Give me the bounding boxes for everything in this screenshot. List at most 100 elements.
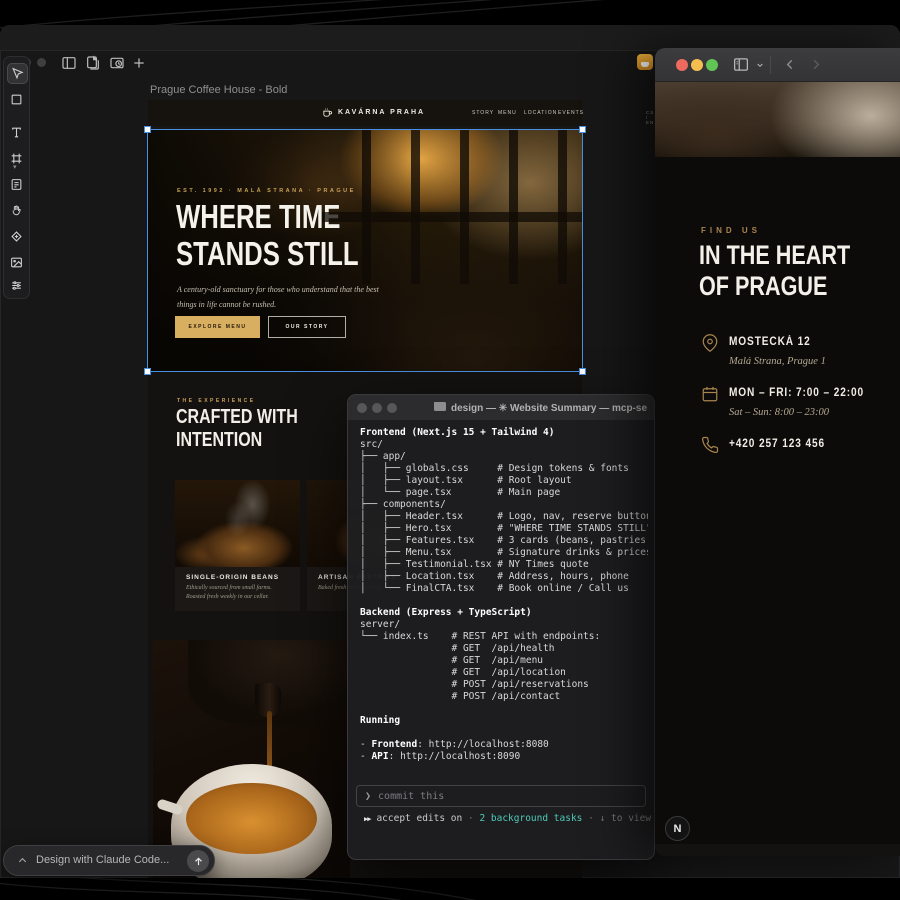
espresso-coffee-surface bbox=[186, 783, 316, 854]
terminal-line: │ ├── Menu.tsx # Signature drinks & pric… bbox=[360, 547, 648, 559]
selection-handle-top-left[interactable] bbox=[144, 126, 151, 133]
frame-tool[interactable] bbox=[7, 149, 26, 168]
shape-tool[interactable] bbox=[7, 90, 26, 109]
prompt-send-button[interactable] bbox=[187, 850, 209, 872]
note-tool[interactable] bbox=[7, 175, 26, 194]
nextjs-dev-badge[interactable]: N bbox=[665, 816, 690, 841]
terminal-line: │ ├── Features.tsx # 3 cards (beans, pas… bbox=[360, 535, 648, 547]
feature-card-beans[interactable]: SINGLE-ORIGIN BEANS Ethically sourced fr… bbox=[175, 480, 300, 611]
card-title: SINGLE-ORIGIN BEANS bbox=[186, 574, 279, 581]
hero-title: WHERE TIMESTANDS STILL bbox=[176, 198, 359, 272]
sliders-icon bbox=[10, 279, 23, 292]
terminal-title: design — ✳ Website Summary — mcp-se bbox=[434, 402, 652, 414]
claude-prompt-bar[interactable]: Design with Claude Code... bbox=[3, 845, 215, 876]
site-nav-location[interactable]: LOCATION bbox=[524, 110, 557, 116]
component-tool[interactable] bbox=[7, 227, 26, 246]
sidebar-toggle-icon[interactable] bbox=[61, 55, 77, 71]
terminal-line: Backend (Express + TypeScript) bbox=[360, 607, 648, 619]
frame-icon bbox=[10, 152, 23, 165]
desktop: web.pen — Edited ▾ Pragu bbox=[0, 0, 900, 900]
terminal-line: └── index.ts # REST API with endpoints: bbox=[360, 631, 648, 643]
explore-menu-button[interactable]: EXPLORE MENU bbox=[175, 316, 260, 338]
browser-titlebar[interactable] bbox=[655, 48, 900, 82]
version-history-icon[interactable] bbox=[109, 55, 125, 71]
folder-icon bbox=[434, 402, 446, 411]
terminal-close-button[interactable] bbox=[357, 403, 367, 413]
terminal-line: # POST /api/contact bbox=[360, 691, 648, 703]
find-us-eyebrow: FIND US bbox=[701, 226, 761, 235]
image-tool[interactable] bbox=[7, 253, 26, 272]
image-icon bbox=[10, 256, 23, 269]
terminal-line: # GET /api/menu bbox=[360, 655, 648, 667]
add-tab-icon[interactable] bbox=[131, 55, 147, 71]
terminal-line: src/ bbox=[360, 439, 648, 451]
diamond-icon bbox=[10, 230, 23, 243]
terminal-line: │ ├── layout.tsx # Root layout bbox=[360, 475, 648, 487]
terminal-output: Frontend (Next.js 15 + Tailwind 4) src/ … bbox=[360, 427, 648, 779]
note-icon bbox=[10, 178, 23, 191]
toolbar-divider bbox=[770, 56, 771, 74]
sidebar-chevron-icon[interactable] bbox=[755, 61, 765, 69]
selection-handle-bottom-right[interactable] bbox=[579, 368, 586, 375]
terminal-line-running-api: - API: http://localhost:8090 bbox=[360, 751, 648, 763]
select-tool[interactable] bbox=[7, 63, 28, 84]
rectangle-icon bbox=[10, 93, 23, 106]
text-tool[interactable] bbox=[7, 123, 26, 142]
site-hero-section[interactable]: EST. 1992 · MALÁ STRANA · PRAGUE WHERE T… bbox=[148, 130, 582, 371]
calendar-icon bbox=[701, 385, 719, 403]
site-nav-events[interactable]: EVENTS bbox=[558, 110, 584, 116]
terminal-line: ├── components/ bbox=[360, 499, 648, 511]
site-nav-menu[interactable]: MENU bbox=[498, 110, 517, 116]
pages-icon[interactable] bbox=[85, 55, 101, 71]
terminal-line bbox=[360, 703, 648, 715]
site-language-switch[interactable]: CS / EN bbox=[646, 110, 654, 125]
terminal-line: │ ├── Location.tsx # Address, hours, pho… bbox=[360, 571, 648, 583]
terminal-line: │ ├── Testimonial.tsx # NY Times quote bbox=[360, 559, 648, 571]
browser-sidebar-icon[interactable] bbox=[731, 56, 751, 73]
selection-handle-bottom-left[interactable] bbox=[144, 368, 151, 375]
coffee-beans-photo bbox=[175, 480, 300, 567]
terminal-line: │ ├── globals.css # Design tokens & font… bbox=[360, 463, 648, 475]
forward-icon[interactable] bbox=[809, 57, 823, 72]
claude-prompt-placeholder[interactable]: Design with Claude Code... bbox=[36, 854, 169, 866]
terminal-minimize-button[interactable] bbox=[372, 403, 382, 413]
terminal-line: │ └── page.tsx # Main page bbox=[360, 487, 648, 499]
terminal-prompt-input[interactable]: ❯ commit this bbox=[356, 785, 646, 807]
prompt-caret: ❯ bbox=[365, 791, 371, 802]
terminal-window[interactable]: design — ✳ Website Summary — mcp-se Fron… bbox=[347, 394, 655, 860]
terminal-line: # GET /api/health bbox=[360, 643, 648, 655]
terminal-line: Frontend (Next.js 15 + Tailwind 4) bbox=[360, 427, 648, 439]
hours-sub: Sat – Sun: 8:00 – 23:00 bbox=[729, 407, 829, 418]
background-tasks-link[interactable]: 2 background tasks bbox=[479, 813, 582, 824]
browser-zoom-button[interactable] bbox=[706, 59, 718, 71]
terminal-zoom-button[interactable] bbox=[387, 403, 397, 413]
terminal-line: server/ bbox=[360, 619, 648, 631]
terminal-titlebar[interactable]: design — ✳ Website Summary — mcp-se bbox=[348, 395, 654, 421]
hand-tool[interactable] bbox=[7, 201, 26, 220]
browser-close-button[interactable] bbox=[676, 59, 688, 71]
card-description: Ethically sourced from small farms. Roas… bbox=[186, 584, 290, 602]
settings-tool[interactable] bbox=[7, 276, 26, 295]
terminal-line: │ ├── Hero.tsx # "WHERE TIME STANDS STIL… bbox=[360, 523, 648, 535]
app-zoom-button[interactable] bbox=[37, 58, 46, 67]
coffee-cup-icon bbox=[322, 107, 333, 118]
back-icon[interactable] bbox=[783, 57, 797, 72]
espresso-pour-photo[interactable] bbox=[153, 640, 350, 878]
terminal-line bbox=[360, 595, 648, 607]
browser-minimize-button[interactable] bbox=[691, 59, 703, 71]
chevron-up-icon bbox=[17, 855, 28, 866]
our-story-button[interactable]: OUR STORY bbox=[268, 316, 346, 338]
arrow-up-icon bbox=[193, 856, 204, 867]
browser-window[interactable]: FIND US IN THE HEARTOF PRAGUE MOSTECKÁ 1… bbox=[655, 48, 900, 856]
prompt-text: commit this bbox=[378, 791, 444, 802]
terminal-line: ├── app/ bbox=[360, 451, 648, 463]
terminal-line: │ └── FinalCTA.tsx # Book online / Call … bbox=[360, 583, 648, 595]
site-header[interactable]: KAVÁRNA PRAHA STORY MENU LOCATION EVENTS… bbox=[148, 100, 582, 126]
page-hero-image bbox=[655, 82, 900, 157]
canvas-frame-label[interactable]: Prague Coffee House - Bold bbox=[150, 84, 287, 96]
selection-handle-top-right[interactable] bbox=[579, 126, 586, 133]
hours-label: MON – FRI: 7:00 – 22:00 bbox=[729, 387, 864, 399]
site-nav-story[interactable]: STORY bbox=[472, 110, 494, 116]
status-hint: ↓ to view bbox=[600, 813, 651, 824]
terminal-line: # POST /api/reservations bbox=[360, 679, 648, 691]
